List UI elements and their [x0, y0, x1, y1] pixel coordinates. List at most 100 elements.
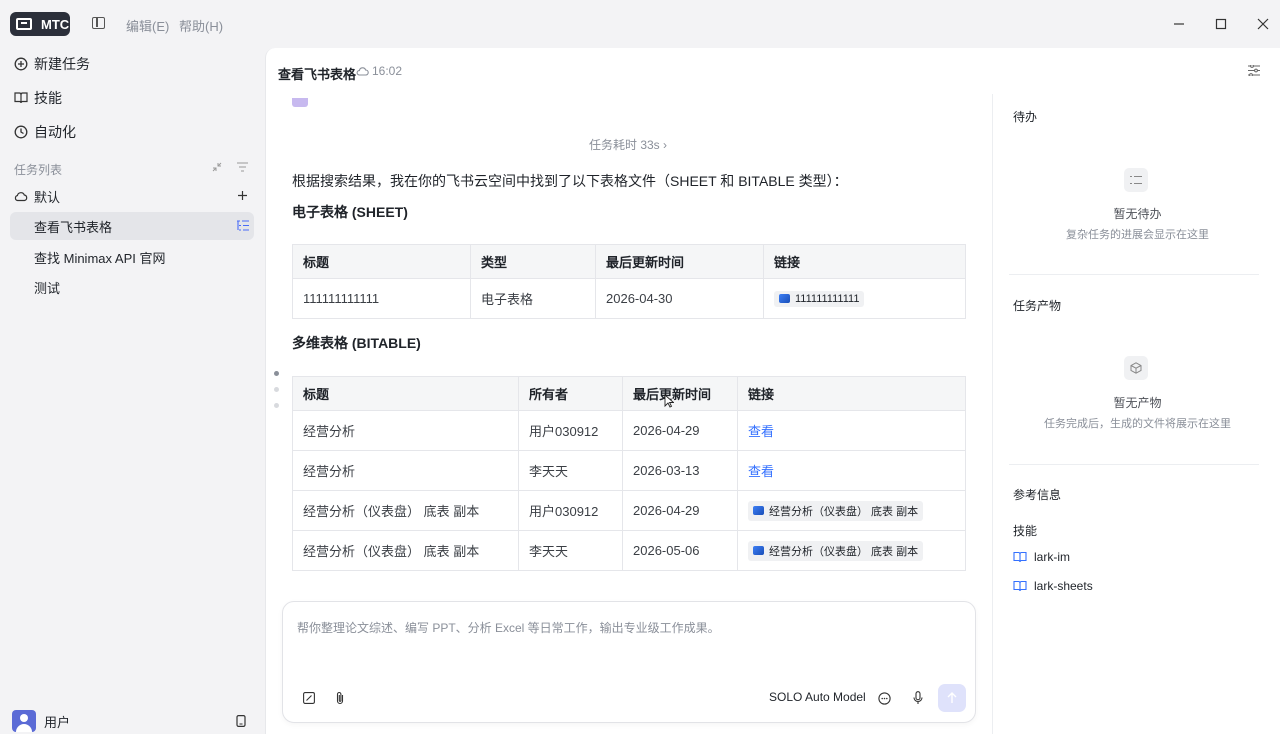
collapse-icon[interactable]: [212, 162, 222, 172]
chat-content: 任务耗时 33s › 根据搜索结果，我在你的飞书云空间中找到了以下表格文件（SH…: [266, 94, 991, 588]
view-link[interactable]: 查看: [748, 464, 774, 479]
sidebar: 新建任务 技能 自动化 任务列表 默认 查看飞书表格 查找 Minimax AP…: [0, 48, 264, 734]
table-row: 经营分析（仪表盘） 底表 副本 用户030912 2026-04-29 经营分析…: [292, 490, 966, 531]
scroll-indicator-dot[interactable]: [274, 371, 279, 376]
cell-link: 查看: [737, 450, 966, 491]
cell-link: 查看: [737, 410, 966, 451]
title-bar: MTC 编辑(E) 帮助(H): [0, 0, 1280, 48]
cell-link: 经营分析（仪表盘） 底表 副本: [737, 490, 966, 531]
avatar: [12, 710, 36, 732]
task-item[interactable]: 测试: [10, 273, 254, 301]
column-header: 最后更新时间: [595, 244, 764, 279]
attachment-icon[interactable]: [335, 691, 345, 705]
task-elapsed[interactable]: 任务耗时 33s ›: [589, 136, 667, 153]
scroll-indicator-dot[interactable]: [274, 403, 279, 408]
composer-input[interactable]: 帮你整理论文综述、编写 PPT、分析 Excel 等日常工作，输出专业级工作成果…: [297, 619, 720, 636]
task-item-active[interactable]: 查看飞书表格: [10, 212, 254, 240]
table-header-row: 标题 类型 最后更新时间 链接: [292, 244, 966, 279]
cell-type: 电子表格: [470, 278, 596, 319]
cell-owner: 用户030912: [518, 410, 623, 451]
minimize-icon[interactable]: [1169, 14, 1189, 34]
cell-date: 2026-04-30: [595, 278, 764, 319]
maximize-icon[interactable]: [1211, 14, 1231, 34]
table-row: 经营分析 李天天 2026-03-13 查看: [292, 450, 966, 491]
sheet-table: 标题 类型 最后更新时间 链接 111111111111 电子表格 2026-0…: [292, 244, 966, 319]
app-logo[interactable]: MTC: [10, 12, 70, 36]
monitor-icon: [16, 18, 32, 30]
nav-automation[interactable]: 自动化: [14, 120, 76, 144]
table-row: 经营分析 用户030912 2026-04-29 查看: [292, 410, 966, 451]
output-empty-text: 暂无产物: [1113, 396, 1162, 410]
table-header-row: 标题 所有者 最后更新时间 链接: [292, 376, 966, 411]
column-header: 链接: [737, 376, 966, 411]
nav-skills[interactable]: 技能: [14, 86, 62, 110]
doc-link-chip[interactable]: 经营分析（仪表盘） 底表 副本: [748, 500, 924, 521]
task-item[interactable]: 查找 Minimax API 官网: [10, 243, 254, 271]
menu-edit[interactable]: 编辑(E): [126, 16, 169, 35]
output-empty-icon: [1124, 356, 1148, 380]
divider: [1009, 464, 1259, 465]
cell-owner: 用户030912: [518, 490, 623, 531]
main-header: 查看飞书表格 16:02: [266, 48, 1280, 94]
view-link[interactable]: 查看: [748, 424, 774, 439]
column-header: 类型: [470, 244, 596, 279]
cell-date: 2026-03-13: [622, 450, 738, 491]
microphone-icon[interactable]: [913, 691, 923, 705]
arrow-up-icon: [947, 692, 957, 703]
cell-link: 经营分析（仪表盘） 底表 副本: [737, 530, 966, 571]
sidebar-toggle-icon[interactable]: [92, 17, 105, 29]
cloud-icon: [14, 192, 28, 202]
cell-title: 经营分析（仪表盘） 底表 副本: [292, 530, 519, 571]
bitable-icon: [753, 546, 764, 555]
chat-bubble-icon[interactable]: [878, 692, 891, 705]
intro-text: 根据搜索结果，我在你的飞书云空间中找到了以下表格文件（SHEET 和 BITAB…: [292, 173, 848, 189]
doc-link-chip[interactable]: 经营分析（仪表盘） 底表 副本: [748, 540, 924, 561]
cell-title: 经营分析: [292, 410, 519, 451]
close-icon[interactable]: [1253, 14, 1273, 34]
skill-item-lark-sheets[interactable]: lark-sheets: [1013, 579, 1093, 593]
nav-new-task[interactable]: 新建任务: [14, 52, 90, 76]
user-profile[interactable]: 用户: [12, 710, 70, 732]
cell-date: 2026-04-29: [622, 490, 738, 531]
todo-empty-icon: [1124, 168, 1148, 192]
table-row: 经营分析（仪表盘） 底表 副本 李天天 2026-05-06 经营分析（仪表盘）…: [292, 530, 966, 571]
scroll-indicator-dot[interactable]: [274, 387, 279, 392]
send-button[interactable]: [938, 684, 966, 712]
model-selector[interactable]: SOLO Auto Model: [769, 690, 866, 704]
book-icon: [1013, 551, 1027, 563]
right-panel: 待办 暂无待办 复杂任务的进展会显示在这里 任务产物 暂无产物 任务完成后，生成…: [992, 94, 1280, 734]
bitable-table: 标题 所有者 最后更新时间 链接 经营分析 用户030912 2026-04-2…: [292, 376, 966, 571]
agent-badge-icon: [292, 98, 308, 107]
output-title: 任务产物: [1013, 299, 1062, 313]
todo-empty-hint: 复杂任务的进展会显示在这里: [1066, 229, 1209, 241]
cloud-icon: [356, 67, 369, 76]
settings-list-icon[interactable]: [1248, 65, 1260, 76]
skill-item-lark-im[interactable]: lark-im: [1013, 550, 1070, 564]
cell-title: 经营分析: [292, 450, 519, 491]
page-title: 查看飞书表格: [278, 67, 357, 82]
add-task-icon[interactable]: [238, 191, 247, 200]
new-task-icon: [14, 57, 28, 71]
mouse-cursor-icon: [664, 394, 674, 408]
table-row: 111111111111 电子表格 2026-04-30 11111111111…: [292, 278, 966, 319]
column-header: 标题: [292, 376, 519, 411]
column-header: 最后更新时间: [622, 376, 738, 411]
task-list-label: 任务列表: [14, 163, 63, 177]
doc-link-chip[interactable]: 111111111111: [774, 290, 865, 307]
bitable-icon: [753, 506, 764, 515]
column-header: 标题: [292, 244, 471, 279]
menu-help[interactable]: 帮助(H): [179, 16, 223, 35]
cell-title: 111111111111: [292, 278, 471, 319]
cell-title: 经营分析（仪表盘） 底表 副本: [292, 490, 519, 531]
task-list-icon[interactable]: [237, 220, 249, 231]
filter-icon[interactable]: [237, 162, 248, 172]
edit-icon[interactable]: [303, 692, 315, 704]
message-composer[interactable]: 帮你整理论文综述、编写 PPT、分析 Excel 等日常工作，输出专业级工作成果…: [282, 601, 976, 723]
todo-empty-text: 暂无待办: [1113, 207, 1162, 221]
sheet-icon: [779, 294, 790, 303]
group-default[interactable]: 默认: [14, 184, 60, 208]
sheet-heading: 电子表格 (SHEET): [292, 204, 408, 220]
phone-icon[interactable]: [236, 715, 246, 727]
cell-owner: 李天天: [518, 450, 623, 491]
book-icon: [1013, 580, 1027, 592]
